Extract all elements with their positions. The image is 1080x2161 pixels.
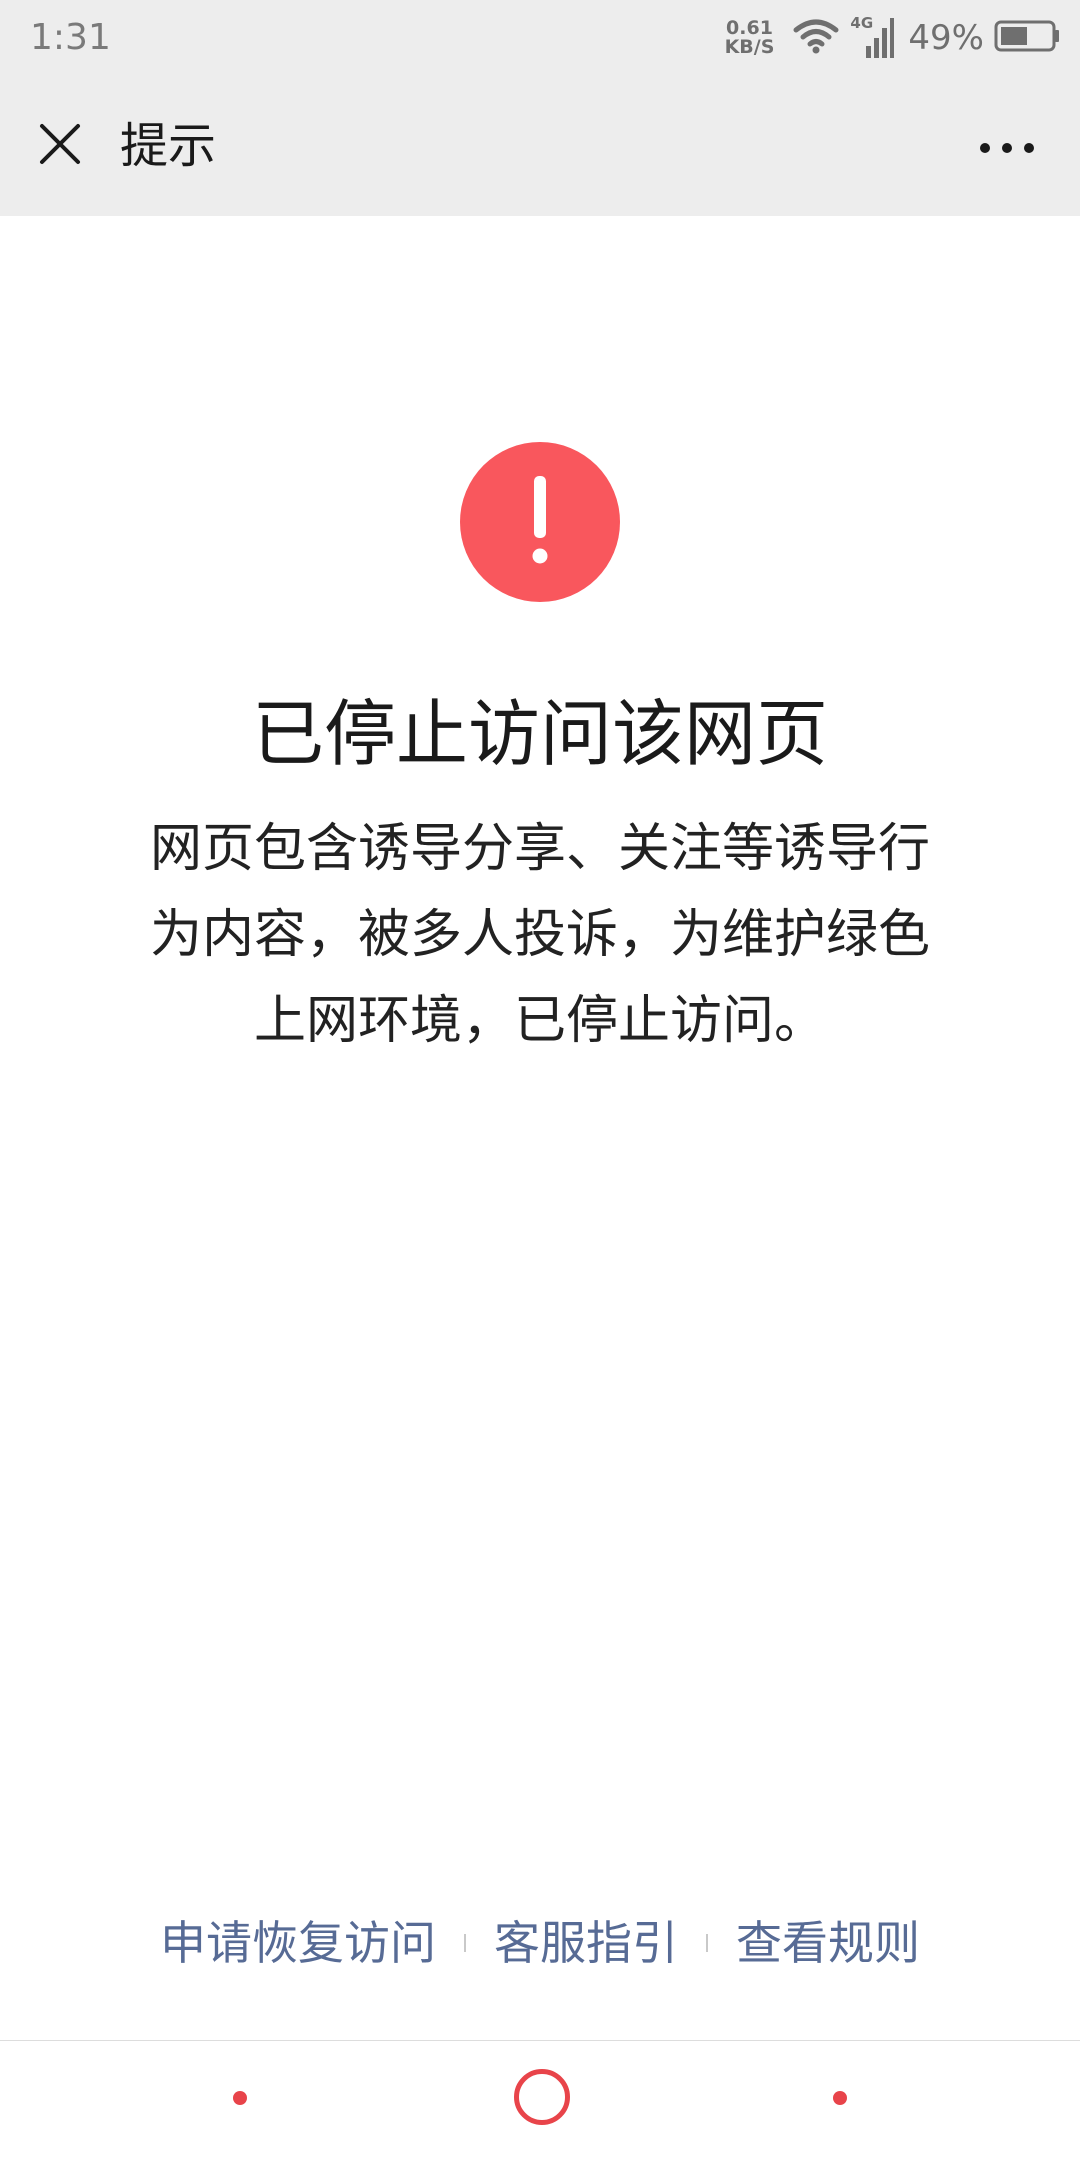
- customer-service-link[interactable]: 客服指引: [494, 1908, 678, 1978]
- close-button[interactable]: [30, 116, 90, 176]
- more-icon: [979, 139, 1035, 158]
- wifi-icon: [792, 16, 840, 60]
- status-icons: 0.61 KB/S 4G 49%: [725, 10, 1060, 66]
- description-line: 为内容，被多人投诉，为维护绿色: [149, 905, 930, 965]
- error-description: 网页包含诱导分享、关注等诱导行 为内容，被多人投诉，为维护绿色 上网环境，已停止…: [110, 806, 970, 1064]
- status-bar: 1:31 0.61 KB/S 4G 49%: [0, 0, 1080, 78]
- page-title: 提示: [120, 118, 217, 174]
- request-restore-link[interactable]: 申请恢复访问: [160, 1908, 436, 1978]
- link-divider: [464, 1934, 466, 1952]
- nav-back-button[interactable]: [233, 2091, 247, 2105]
- footer-links: 申请恢复访问 客服指引 查看规则: [0, 1908, 1080, 1978]
- alert-icon: [460, 442, 620, 602]
- close-icon: [38, 122, 82, 170]
- battery-percent: 49%: [908, 18, 984, 58]
- description-line: 网页包含诱导分享、关注等诱导行: [149, 819, 930, 879]
- network-speed: 0.61 KB/S: [725, 19, 775, 57]
- more-button[interactable]: [972, 118, 1042, 178]
- link-divider: [706, 1934, 708, 1952]
- nav-recent-button[interactable]: [833, 2091, 847, 2105]
- nav-home-button[interactable]: [514, 2069, 570, 2125]
- title-bar: 提示: [0, 78, 1080, 216]
- cellular-signal-icon: 4G: [850, 16, 895, 60]
- status-time: 1:31: [30, 17, 111, 58]
- description-line: 上网环境，已停止访问。: [253, 991, 826, 1051]
- error-title: 已停止访问该网页: [251, 692, 828, 776]
- network-speed-unit: KB/S: [724, 36, 775, 58]
- view-rules-link[interactable]: 查看规则: [736, 1908, 920, 1978]
- battery-icon: [994, 19, 1060, 57]
- system-nav-bar: [0, 2040, 1080, 2161]
